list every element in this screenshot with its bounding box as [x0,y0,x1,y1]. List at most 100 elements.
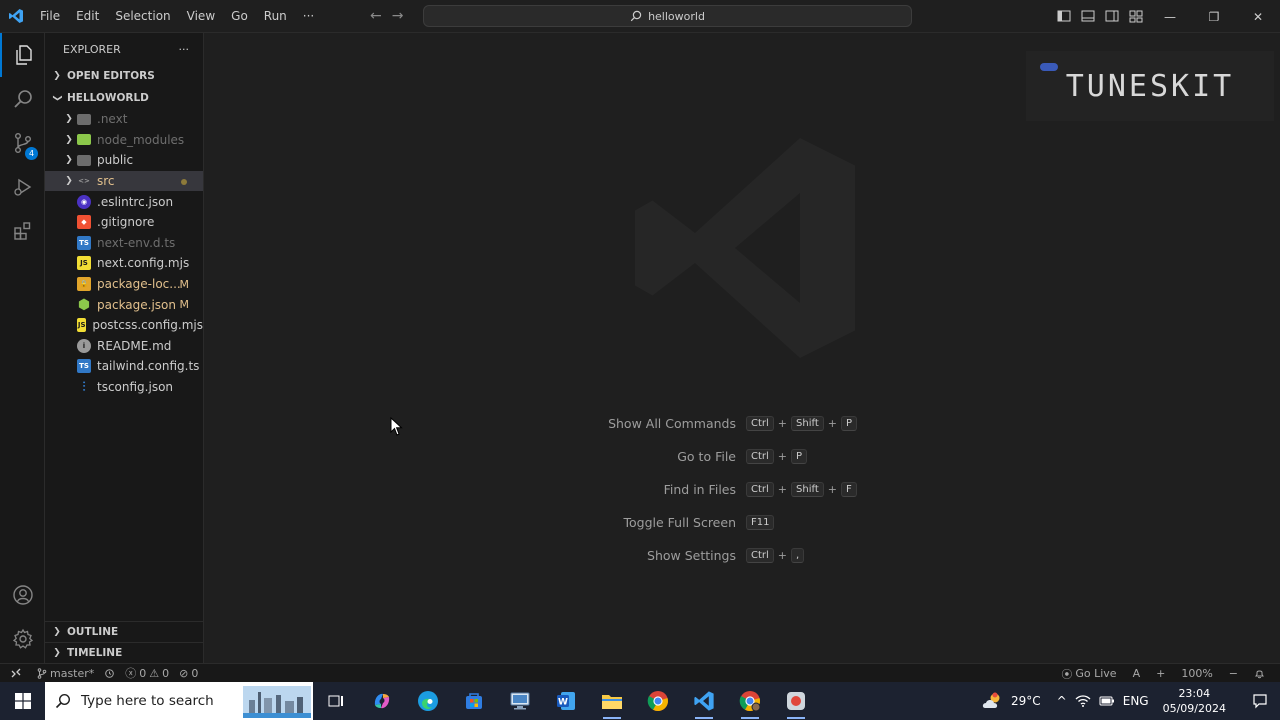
explorer-icon[interactable] [0,33,45,77]
tree-file-row[interactable]: ◉ .eslintrc.json [45,191,203,212]
zoom-level[interactable]: 100% [1176,667,1217,680]
open-editors-section[interactable]: ❯ OPEN EDITORS [45,65,203,87]
status-right-items: ⦿ Go Live A + 100% − [1056,664,1270,683]
customize-layout-icon[interactable] [1128,8,1144,24]
tree-file-row[interactable]: TS next-env.d.ts [45,233,203,254]
windows-start-icon[interactable] [0,682,45,720]
tree-folder-row[interactable]: ❯ node_modules [45,130,203,151]
file-explorer-icon[interactable] [589,682,635,720]
editor-area[interactable]: TUNESKIT Show All Commands Ctrl + Shift + P Go… [204,33,1280,663]
edge-browser-icon[interactable] [405,682,451,720]
tree-folder-row[interactable]: ❯ .next [45,109,203,130]
forward-arrow-icon[interactable]: → [392,8,404,24]
error-count: 0 [139,666,147,680]
notifications-bell-icon[interactable] [1249,668,1270,679]
menu-more[interactable]: ··· [295,0,322,33]
menu-edit[interactable]: Edit [68,0,107,33]
remote-desktop-icon[interactable] [497,682,543,720]
settings-gear-icon[interactable] [0,617,45,661]
menu-selection[interactable]: Selection [107,0,178,33]
shortcut-keys: Ctrl +, [746,548,805,563]
chevron-down-icon: ❯ [52,94,62,102]
task-view-icon[interactable] [313,682,359,720]
language-indicator[interactable]: ENG [1123,694,1149,708]
remote-indicator-icon[interactable] [0,664,32,683]
menu-go[interactable]: Go [223,0,256,33]
shortcut-label: Show All Commands [608,416,736,431]
tree-file-row[interactable]: ⫶ tsconfig.json [45,377,203,398]
weather-widget[interactable]: 29°C [981,691,1041,711]
tree-file-row[interactable]: ◆ .gitignore [45,212,203,233]
back-arrow-icon[interactable]: ← [370,8,382,24]
tree-file-row[interactable]: JS next.config.mjs [45,253,203,274]
chevron-up-icon[interactable]: ^ [1057,694,1067,708]
toggle-panel-icon[interactable] [1080,8,1096,24]
vscode-taskbar-icon[interactable] [681,682,727,720]
font-size-button[interactable]: A [1128,667,1146,680]
navigation-arrows: ← → [370,8,403,24]
toggle-secondary-sidebar-icon[interactable] [1104,8,1120,24]
tree-item-label: .gitignore [97,215,155,230]
tree-item-label: .eslintrc.json [97,194,174,209]
tree-folder-row[interactable]: ❯ <> src [45,170,203,192]
windows-taskbar: Type here to search W 29°C ^ ENG 23:04 0… [0,682,1280,720]
battery-icon[interactable] [1099,695,1115,707]
taskbar-search-box[interactable]: Type here to search [45,682,313,720]
clock[interactable]: 23:04 05/09/2024 [1157,686,1232,716]
tree-file-row[interactable]: JS postcss.config.mjs [45,315,203,336]
shortcut-keys: Ctrl + P [746,449,808,464]
tree-file-row[interactable]: ⬢ package.json M [45,294,203,315]
source-control-icon[interactable]: 4 [0,121,45,165]
extensions-icon[interactable] [0,209,45,253]
modified-badge: M [179,277,190,291]
chrome-icon[interactable] [635,682,681,720]
menu-view[interactable]: View [179,0,223,33]
close-button[interactable]: ✕ [1236,0,1280,33]
tree-folder-row[interactable]: ❯ public [45,150,203,171]
command-center-search[interactable]: helloworld [423,5,912,27]
word-icon[interactable]: W [543,682,589,720]
toggle-primary-sidebar-icon[interactable] [1056,8,1072,24]
tree-file-row[interactable]: TS tailwind.config.ts [45,356,203,377]
tree-file-row[interactable]: i README.md [45,336,203,357]
run-debug-icon[interactable] [0,165,45,209]
microsoft-store-icon[interactable] [451,682,497,720]
zoom-in-button[interactable]: + [1151,667,1170,680]
shortcut-keys: F11 [746,515,775,530]
sync-item[interactable] [99,668,120,679]
notification-center-icon[interactable] [1240,682,1280,720]
chevron-right-icon: ❯ [65,134,73,145]
ports-item[interactable]: ⊘ 0 [174,667,203,680]
system-tray: 29°C ^ ENG 23:04 05/09/2024 [981,682,1280,720]
problems-item[interactable]: ⓧ 0 ⚠ 0 [120,665,174,681]
keyboard-key: Shift [791,416,824,431]
minimize-button[interactable]: — [1148,0,1192,33]
keyboard-key: Shift [791,482,824,497]
vscode-logo-icon [0,0,32,33]
accounts-icon[interactable] [0,573,45,617]
tree-file-row[interactable]: 🔒 package-loc... M [45,274,203,295]
explorer-more-actions[interactable]: ··· [179,43,190,56]
timeline-section[interactable]: ❯ TIMELINE [45,642,204,663]
go-live-button[interactable]: ⦿ Go Live [1056,666,1121,682]
explorer-sidebar: EXPLORER ··· ❯ OPEN EDITORS ❯ HELLOWORLD… [45,33,204,663]
restore-button[interactable]: ❐ [1192,0,1236,33]
copilot-icon[interactable] [359,682,405,720]
keyboard-key: F11 [746,515,775,530]
tree-item-label: package-loc... [97,277,181,292]
keyboard-key: Ctrl [746,416,774,431]
workspace-section[interactable]: ❯ HELLOWORLD [45,87,203,109]
git-branch-item[interactable]: master* [32,667,99,680]
wifi-icon[interactable] [1075,694,1091,708]
keyboard-key: Ctrl [746,482,774,497]
shortcut-hint-row: Go to File Ctrl + P [590,440,1010,473]
file-tree: ❯ .next ❯ node_modules ❯ public ❯ <> src ◉ .eslint… [45,109,203,397]
zoom-out-button[interactable]: − [1224,667,1243,680]
screen-recorder-icon[interactable] [773,682,819,720]
chrome-profile-icon[interactable] [727,682,773,720]
warning-icon: ⚠ [149,666,160,680]
menu-file[interactable]: File [32,0,68,33]
menu-run[interactable]: Run [256,0,295,33]
outline-section[interactable]: ❯ OUTLINE [45,621,204,642]
search-icon[interactable] [0,77,45,121]
